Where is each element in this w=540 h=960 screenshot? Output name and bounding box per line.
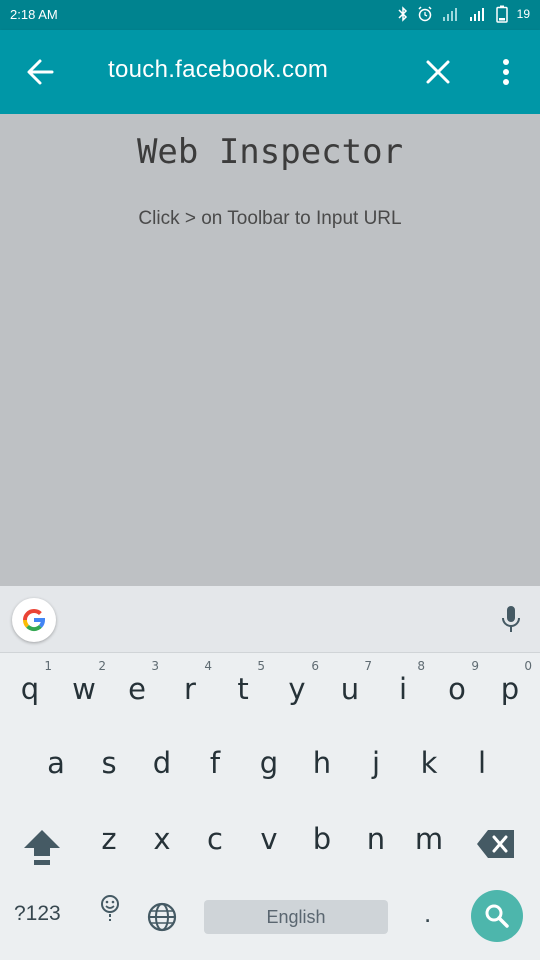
key-x[interactable]: x (140, 814, 184, 864)
key-n[interactable]: n (354, 814, 398, 864)
search-key[interactable] (471, 890, 523, 942)
key-i[interactable]: i8 (381, 660, 425, 714)
emoji-icon (101, 895, 119, 921)
key-q[interactable]: q1 (8, 660, 52, 714)
battery-icon (495, 5, 508, 23)
search-icon (485, 904, 509, 928)
voice-input-button[interactable] (498, 604, 524, 639)
arrow-left-icon (27, 59, 54, 85)
symbols-key[interactable]: ?123 (14, 902, 61, 926)
page-content: Web Inspector Click > on Toolbar to Inpu… (0, 114, 540, 586)
suggestion-bar (0, 586, 540, 653)
google-icon (23, 609, 45, 632)
shift-key[interactable] (20, 826, 64, 870)
page-title: Web Inspector (136, 132, 404, 172)
key-p[interactable]: p0 (488, 660, 532, 714)
key-e[interactable]: e3 (115, 660, 159, 714)
globe-icon (147, 902, 177, 932)
key-w[interactable]: w2 (62, 660, 106, 714)
key-l[interactable]: l (460, 738, 504, 788)
key-g[interactable]: g (247, 738, 291, 788)
key-a[interactable]: a (34, 738, 78, 788)
backspace-icon (477, 830, 514, 858)
key-s[interactable]: s (87, 738, 131, 788)
app-toolbar: touch.facebook.com (0, 30, 540, 114)
key-t[interactable]: t5 (221, 660, 265, 714)
key-k[interactable]: k (407, 738, 451, 788)
key-r[interactable]: r4 (168, 660, 212, 714)
key-b[interactable]: b (300, 814, 344, 864)
key-d[interactable]: d (140, 738, 184, 788)
key-z[interactable]: z (87, 814, 131, 864)
google-search-button[interactable] (12, 598, 56, 642)
period-key[interactable]: . (424, 898, 431, 929)
key-v[interactable]: v (247, 814, 291, 864)
shift-icon (24, 830, 60, 865)
key-o[interactable]: o9 (435, 660, 479, 714)
back-button[interactable] (22, 54, 62, 90)
key-h[interactable]: h (300, 738, 344, 788)
status-bar: 2:18 AM 19 (0, 0, 540, 30)
status-time: 2:18 AM (10, 7, 58, 22)
key-f[interactable]: f (193, 738, 237, 788)
signal-icon (442, 6, 460, 22)
bluetooth-icon (398, 6, 408, 22)
url-field[interactable]: touch.facebook.com (108, 56, 328, 84)
language-key[interactable] (146, 901, 178, 933)
battery-level: 19 (516, 7, 530, 21)
clear-button[interactable] (422, 56, 454, 88)
signal-icon (469, 6, 487, 22)
key-u[interactable]: u7 (328, 660, 372, 714)
mic-icon (502, 606, 520, 632)
space-key[interactable]: English (204, 900, 388, 934)
key-j[interactable]: j (354, 738, 398, 788)
key-y[interactable]: y6 (275, 660, 319, 714)
overflow-menu-button[interactable] (494, 56, 518, 90)
emoji-key[interactable] (98, 894, 122, 924)
more-vert-icon (503, 59, 509, 85)
page-subtitle: Click > on Toolbar to Input URL (138, 208, 402, 229)
key-m[interactable]: m (407, 814, 451, 864)
key-c[interactable]: c (193, 814, 237, 864)
soft-keyboard: q1 w2 e3 r4 t5 y6 u7 i8 o9 p0 a s d f g … (0, 586, 540, 960)
backspace-key[interactable] (474, 826, 518, 862)
close-icon (426, 60, 450, 84)
alarm-icon (417, 6, 433, 22)
